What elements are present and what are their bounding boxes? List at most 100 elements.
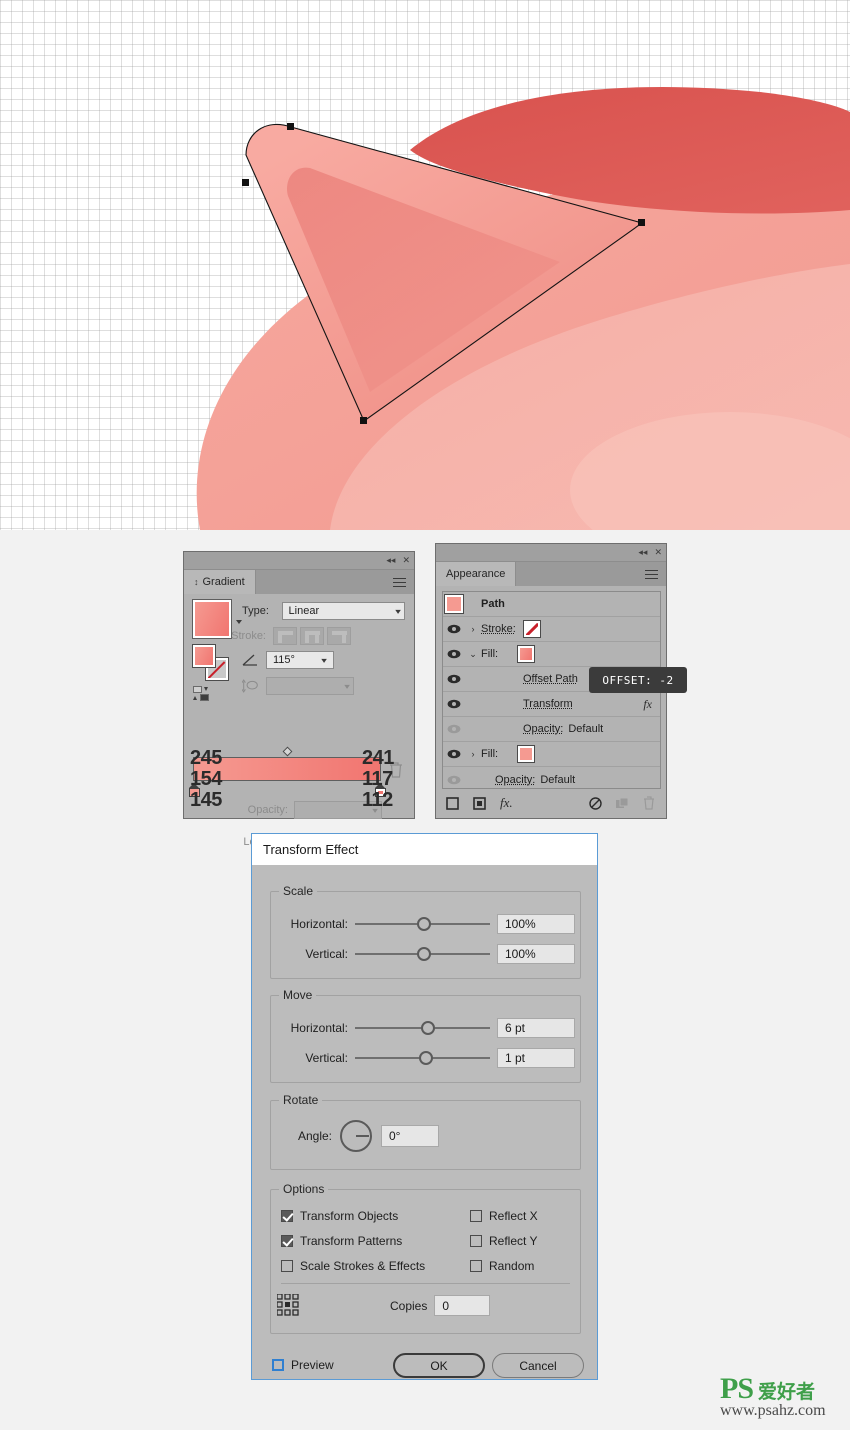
reference-point-grid-icon[interactable] bbox=[277, 1294, 299, 1316]
gradient-angle-input[interactable]: 115° bbox=[266, 651, 314, 669]
panel-menu-icon[interactable] bbox=[393, 577, 406, 587]
visibility-eye-icon[interactable] bbox=[443, 674, 465, 684]
appearance-row-opacity-2[interactable]: Opacity: Default bbox=[443, 767, 660, 792]
transform-objects-checkbox-row[interactable]: Transform Objects bbox=[281, 1209, 398, 1223]
dock-handle-icon: ↕ bbox=[194, 577, 199, 587]
copies-row: Copies 0 bbox=[390, 1295, 491, 1316]
gradient-aspect-select: ▾ bbox=[266, 677, 354, 695]
effect-fx-icon[interactable]: fx bbox=[643, 697, 652, 712]
appearance-row-fill-solid-label[interactable]: Fill: bbox=[481, 748, 498, 760]
stroke-gradient-across-button[interactable] bbox=[327, 627, 351, 645]
watermark-logo: PS 爱好者 bbox=[720, 1372, 815, 1405]
scale-horizontal-input[interactable]: 100% bbox=[497, 914, 575, 934]
move-group-label: Move bbox=[279, 988, 317, 1002]
scale-strokes-checkbox[interactable] bbox=[281, 1260, 293, 1272]
copies-input[interactable]: 0 bbox=[434, 1295, 491, 1316]
appearance-row-transform-label[interactable]: Transform bbox=[523, 698, 573, 710]
gradient-angle-row: 115° ▾ bbox=[242, 651, 334, 669]
move-horizontal-input[interactable]: 6 pt bbox=[497, 1018, 575, 1038]
random-checkbox-row[interactable]: Random bbox=[470, 1259, 534, 1273]
visibility-eye-icon[interactable] bbox=[443, 649, 465, 659]
scale-vertical-slider[interactable] bbox=[355, 947, 490, 961]
appearance-row-opacity-1-value: Default bbox=[568, 723, 604, 735]
reflect-y-checkbox[interactable] bbox=[470, 1235, 482, 1247]
offset-tooltip-text: OFFSET: -2 bbox=[602, 673, 674, 687]
gradient-type-select[interactable]: Linear ▾ bbox=[281, 602, 405, 620]
random-checkbox[interactable] bbox=[470, 1260, 482, 1272]
options-divider bbox=[281, 1283, 570, 1284]
scale-group: Scale bbox=[270, 884, 581, 979]
reflect-y-checkbox-row[interactable]: Reflect Y bbox=[470, 1234, 537, 1248]
collapse-arrow-icon[interactable]: ⌄ bbox=[465, 649, 481, 660]
random-label: Random bbox=[489, 1259, 535, 1273]
fill-solid-swatch[interactable] bbox=[517, 745, 536, 763]
reflect-x-checkbox[interactable] bbox=[470, 1210, 482, 1222]
gradient-preset-caret-icon[interactable] bbox=[236, 620, 242, 624]
close-icon[interactable]: ✕ bbox=[402, 556, 410, 565]
panel-menu-icon[interactable] bbox=[645, 569, 658, 579]
appearance-row-opacity-1-label[interactable]: Opacity: bbox=[523, 723, 563, 735]
visibility-eye-icon-dim[interactable] bbox=[443, 724, 465, 734]
add-new-stroke-icon[interactable] bbox=[446, 796, 459, 810]
fill-stroke-indicator[interactable] bbox=[192, 644, 229, 681]
transform-objects-checkbox[interactable] bbox=[281, 1210, 293, 1222]
expand-arrow-icon[interactable]: › bbox=[465, 624, 481, 634]
preview-checkbox[interactable] bbox=[272, 1359, 284, 1371]
move-horizontal-slider[interactable] bbox=[355, 1021, 490, 1035]
gradient-fill-stroke-toggle-icon[interactable] bbox=[193, 686, 215, 702]
fill-gradient-swatch[interactable] bbox=[517, 645, 536, 663]
appearance-panel-footer: fx. bbox=[442, 792, 661, 814]
scale-strokes-checkbox-row[interactable]: Scale Strokes & Effects bbox=[281, 1259, 425, 1273]
stroke-gradient-along-button[interactable] bbox=[300, 627, 324, 645]
appearance-row-opacity-1[interactable]: Opacity: Default bbox=[443, 717, 660, 742]
appearance-row-opacity-2-label[interactable]: Opacity: bbox=[495, 774, 535, 786]
appearance-row-stroke[interactable]: › Stroke: bbox=[443, 617, 660, 642]
move-vertical-slider[interactable] bbox=[355, 1051, 490, 1065]
scale-horizontal-slider[interactable] bbox=[355, 917, 490, 931]
fill-swatch[interactable] bbox=[192, 644, 216, 668]
ok-button[interactable]: OK bbox=[393, 1353, 485, 1378]
visibility-eye-icon[interactable] bbox=[443, 699, 465, 709]
visibility-eye-icon[interactable] bbox=[443, 749, 465, 759]
visibility-eye-icon[interactable] bbox=[443, 624, 465, 634]
delete-item-icon[interactable] bbox=[643, 796, 655, 810]
add-new-fill-icon[interactable] bbox=[473, 796, 486, 810]
add-new-effect-icon[interactable]: fx. bbox=[500, 795, 513, 811]
gradient-midpoint-handle[interactable] bbox=[282, 746, 293, 757]
appearance-row-stroke-label[interactable]: Stroke: bbox=[481, 623, 516, 635]
close-icon[interactable]: ✕ bbox=[654, 548, 662, 557]
site-watermark: PS 爱好者 www.psahz.com bbox=[712, 1372, 826, 1420]
duplicate-item-icon[interactable] bbox=[616, 797, 629, 810]
scale-vertical-input[interactable]: 100% bbox=[497, 944, 575, 964]
reflect-x-checkbox-row[interactable]: Reflect X bbox=[470, 1209, 538, 1223]
appearance-row-offset-path-label[interactable]: Offset Path bbox=[523, 673, 578, 685]
cancel-button[interactable]: Cancel bbox=[492, 1353, 584, 1378]
illustrator-canvas[interactable] bbox=[0, 0, 850, 530]
appearance-row-fill-gradient[interactable]: ⌄ Fill: bbox=[443, 642, 660, 667]
watermark-ps-text: PS bbox=[720, 1372, 754, 1405]
appearance-row-transform[interactable]: Transform fx bbox=[443, 692, 660, 717]
appearance-object-label: Path bbox=[481, 598, 505, 610]
rotate-angle-input[interactable]: 0° bbox=[381, 1125, 439, 1147]
gradient-angle-dropdown[interactable]: ▾ bbox=[314, 651, 334, 669]
tab-appearance[interactable]: Appearance bbox=[436, 562, 517, 586]
tab-gradient[interactable]: ↕ Gradient bbox=[184, 570, 256, 594]
transform-patterns-checkbox[interactable] bbox=[281, 1235, 293, 1247]
appearance-row-fill-solid[interactable]: › Fill: bbox=[443, 742, 660, 767]
transform-patterns-checkbox-row[interactable]: Transform Patterns bbox=[281, 1234, 402, 1248]
appearance-object-row[interactable]: Path bbox=[443, 592, 660, 617]
stroke-color-swatch[interactable] bbox=[522, 620, 541, 638]
expand-arrow-icon[interactable]: › bbox=[465, 749, 481, 759]
angle-dial[interactable] bbox=[340, 1120, 372, 1152]
clear-appearance-icon[interactable] bbox=[589, 796, 602, 810]
stroke-gradient-within-button[interactable] bbox=[273, 627, 297, 645]
move-vertical-input[interactable]: 1 pt bbox=[497, 1048, 575, 1068]
collapse-icon[interactable]: ◂◂ bbox=[638, 548, 647, 557]
collapse-icon[interactable]: ◂◂ bbox=[386, 556, 395, 565]
preview-checkbox-row[interactable]: Preview bbox=[272, 1358, 334, 1372]
visibility-eye-icon-dim[interactable] bbox=[443, 775, 465, 785]
anchor-point bbox=[242, 179, 249, 186]
appearance-row-fill-label[interactable]: Fill: bbox=[481, 648, 498, 660]
transform-effect-dialog[interactable]: Transform Effect Scale Horizontal: 100% … bbox=[251, 833, 598, 1380]
rotate-angle-label: Angle: bbox=[297, 1129, 332, 1143]
